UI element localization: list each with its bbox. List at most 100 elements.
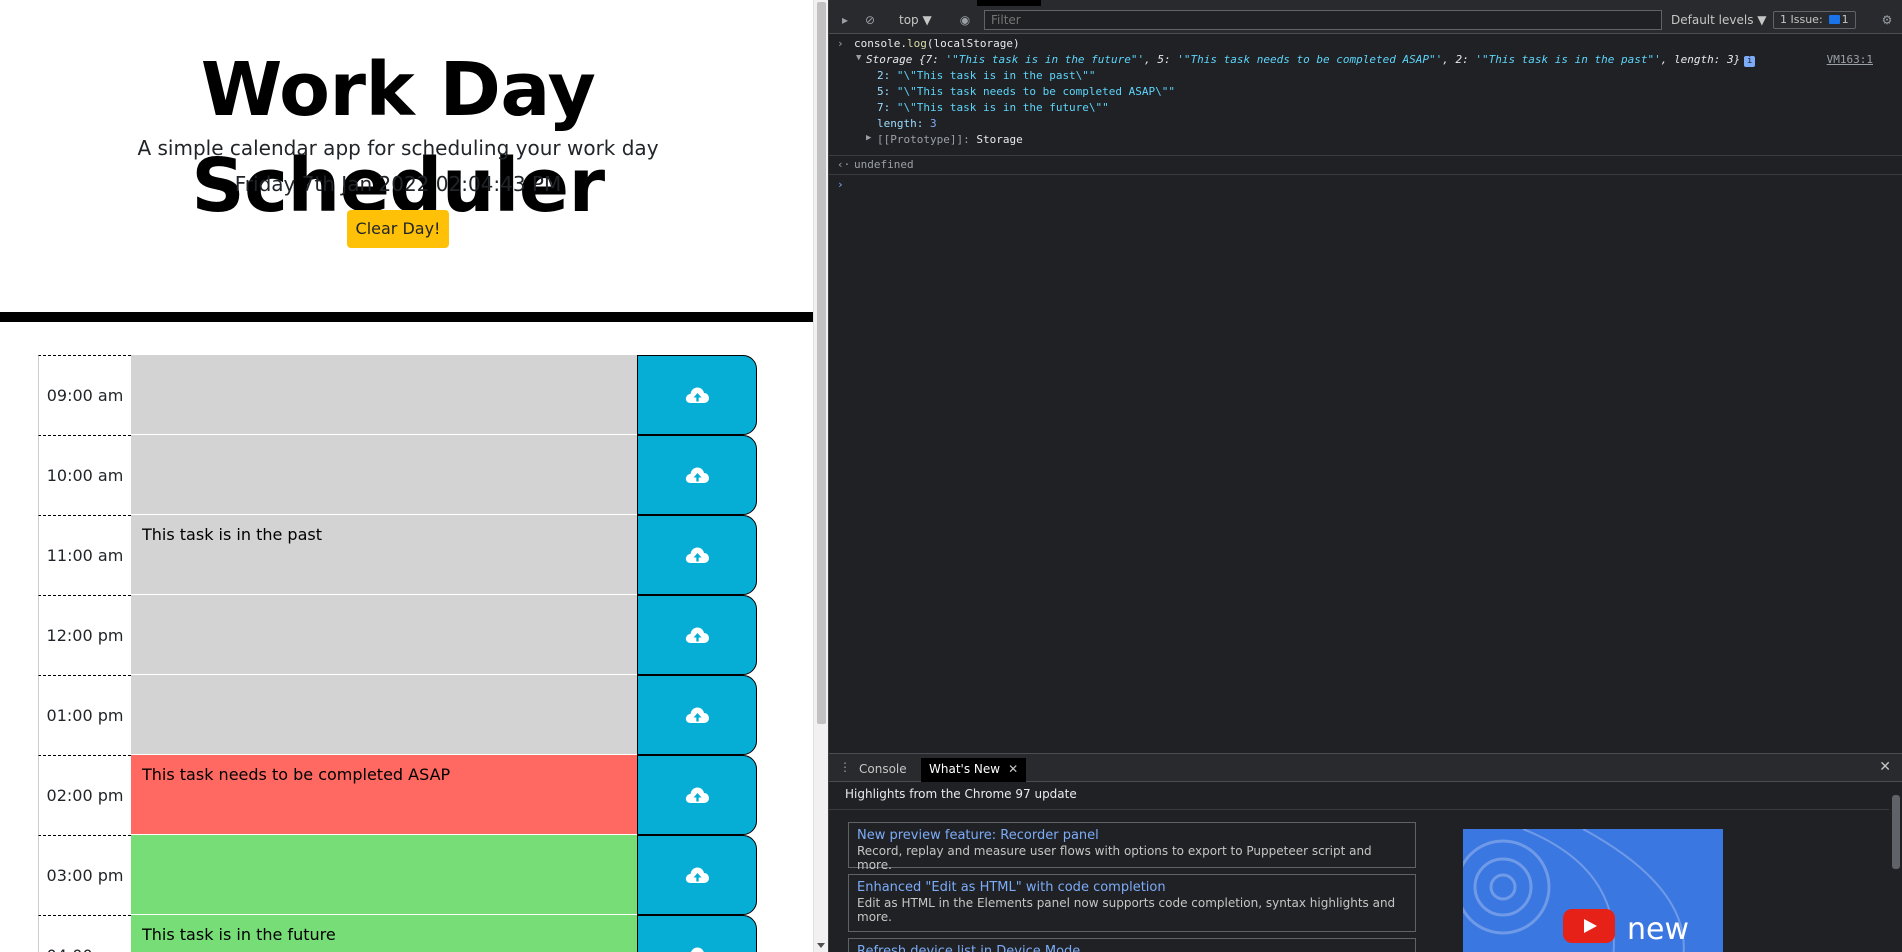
command-suffix: (localStorage): [926, 37, 1020, 50]
hour-label: 11:00 am: [38, 515, 131, 595]
hour-label: 09:00 am: [38, 355, 131, 435]
storage-value-2: '"This task is in the past"': [1475, 53, 1661, 66]
time-block: 04:00 pm This task is in the future: [38, 915, 758, 952]
feature-card-desc: Record, replay and measure user flows wi…: [857, 844, 1372, 872]
tab-close-icon[interactable]: ✕: [1008, 762, 1018, 776]
drawer-tab-whats-new-label: What's New: [929, 762, 1001, 776]
feature-card-title[interactable]: Enhanced "Edit as HTML" with code comple…: [857, 879, 1407, 896]
page-scrollbar[interactable]: [813, 0, 828, 952]
save-button[interactable]: [637, 595, 757, 675]
hour-label: 10:00 am: [38, 435, 131, 515]
task-input[interactable]: [131, 835, 637, 915]
storage-label: Storage {7:: [866, 53, 946, 66]
hour-label: 04:00 pm: [38, 915, 131, 952]
task-input[interactable]: [131, 435, 637, 515]
live-expression-eye-icon[interactable]: ◉: [957, 12, 973, 28]
cloud-upload-icon: [685, 787, 709, 803]
drawer-tab-console[interactable]: Console: [851, 758, 915, 782]
console-filter-input[interactable]: [984, 10, 1662, 30]
console-output: › console.log(localStorage) ▼ Storage {7…: [829, 35, 1902, 753]
command-function: log: [906, 37, 927, 50]
time-block: 02:00 pm This task needs to be completed…: [38, 755, 758, 835]
drawer-tabbar: ⋮ Console What's New ✕ ✕: [829, 754, 1902, 782]
devtools-drawer: ⋮ Console What's New ✕ ✕ Highlights from …: [829, 753, 1902, 952]
log-levels-dropdown[interactable]: Default levels ▼: [1671, 12, 1767, 28]
page-scrollbar-thumb[interactable]: [817, 2, 826, 724]
length-value: 3: [929, 117, 937, 130]
feature-card[interactable]: Enhanced "Edit as HTML" with code comple…: [848, 874, 1416, 932]
task-input[interactable]: This task needs to be completed ASAP: [131, 755, 637, 835]
devtools-panel: ▸ ⊘ top ▼ ◉ Default levels ▼ 1 Issue: 1 ⚙…: [828, 0, 1902, 952]
console-toolbar: ▸ ⊘ top ▼ ◉ Default levels ▼ 1 Issue: 1 ⚙: [829, 6, 1902, 34]
save-button[interactable]: [637, 515, 757, 595]
cloud-upload-icon: [685, 867, 709, 883]
cloud-upload-icon: [685, 467, 709, 483]
save-button[interactable]: [637, 835, 757, 915]
drawer-close-icon[interactable]: ✕: [1879, 759, 1891, 775]
feature-card-title[interactable]: Refresh device list in Device Mode: [857, 943, 1407, 952]
scheduler-page: Work Day Scheduler A simple calendar app…: [0, 0, 813, 952]
time-block: 11:00 am This task is in the past: [38, 515, 758, 595]
save-button[interactable]: [637, 915, 757, 952]
time-block: 12:00 pm: [38, 595, 758, 675]
cloud-upload-icon: [685, 707, 709, 723]
prototype-value: Storage: [976, 133, 1023, 146]
info-icon: i: [1744, 56, 1756, 67]
drawer-tab-whats-new[interactable]: What's New ✕: [921, 758, 1027, 782]
whats-new-separator: [829, 809, 1889, 810]
sidebar-toggle-icon[interactable]: ▸: [837, 12, 853, 28]
entry-key: 5:: [877, 85, 897, 98]
feature-card[interactable]: New preview feature: Recorder panel Reco…: [848, 822, 1416, 872]
issues-button[interactable]: 1 Issue: 1: [1773, 11, 1856, 29]
drawer-menu-icon[interactable]: ⋮: [839, 760, 851, 774]
storage-length: , length: 3}: [1660, 53, 1741, 66]
return-arrow-icon: ‹·: [837, 158, 851, 171]
header-divider: [0, 312, 813, 322]
time-block: 01:00 pm: [38, 675, 758, 755]
task-input[interactable]: [131, 355, 637, 435]
promo-text: new: [1627, 912, 1690, 947]
task-input[interactable]: [131, 675, 637, 755]
source-link[interactable]: VM163:1: [1827, 53, 1873, 66]
console-separator: [829, 174, 1902, 175]
drawer-scrollbar[interactable]: [1889, 783, 1902, 952]
task-input[interactable]: [131, 595, 637, 675]
promo-video-thumbnail[interactable]: new: [1463, 829, 1723, 952]
drawer-scrollbar-thumb[interactable]: [1892, 795, 1900, 869]
console-separator: [829, 155, 1902, 156]
cloud-upload-icon: [691, 947, 704, 952]
collapse-triangle-icon[interactable]: ▶: [866, 133, 871, 143]
hour-label: 02:00 pm: [38, 755, 131, 835]
time-block: 10:00 am: [38, 435, 758, 515]
context-selector[interactable]: top ▼: [899, 12, 932, 28]
feature-card-title[interactable]: New preview feature: Recorder panel: [857, 827, 1407, 844]
save-button[interactable]: [637, 755, 757, 835]
scroll-down-arrow-icon[interactable]: [817, 943, 825, 948]
time-block: 03:00 pm: [38, 835, 758, 915]
task-input[interactable]: This task is in the past: [131, 515, 637, 595]
clear-console-icon[interactable]: ⊘: [862, 12, 878, 28]
console-settings-gear-icon[interactable]: ⚙: [1879, 12, 1895, 28]
save-button[interactable]: [637, 355, 757, 435]
entry-value: "\"This task needs to be completed ASAP\…: [896, 85, 1176, 98]
save-button[interactable]: [637, 675, 757, 755]
issues-label: 1 Issue:: [1780, 13, 1823, 26]
youtube-play-icon[interactable]: [1563, 909, 1615, 943]
expand-triangle-icon[interactable]: ▼: [856, 53, 861, 63]
save-button[interactable]: [637, 435, 757, 515]
jumbotron: Work Day Scheduler A simple calendar app…: [0, 0, 813, 312]
clear-day-button[interactable]: Clear Day!: [347, 210, 449, 248]
page-lead: A simple calendar app for scheduling you…: [137, 136, 659, 160]
cloud-upload-icon: [685, 387, 709, 403]
entry-key: 2:: [877, 69, 897, 82]
time-block: 09:00 am: [38, 355, 758, 435]
current-date: Friday 7th Jan 2022 02:04:43 PM: [234, 172, 562, 196]
return-value: undefined: [854, 158, 914, 171]
feature-card[interactable]: Refresh device list in Device Mode: [848, 938, 1416, 952]
cloud-upload-icon: [685, 547, 709, 563]
whats-new-heading: Highlights from the Chrome 97 update: [845, 787, 1077, 801]
entry-value: "\"This task is in the future\"": [896, 101, 1109, 114]
task-input[interactable]: This task is in the future: [131, 915, 637, 952]
input-prompt-icon: ›: [837, 178, 844, 191]
entry-value: "\"This task is in the past\"": [896, 69, 1096, 82]
